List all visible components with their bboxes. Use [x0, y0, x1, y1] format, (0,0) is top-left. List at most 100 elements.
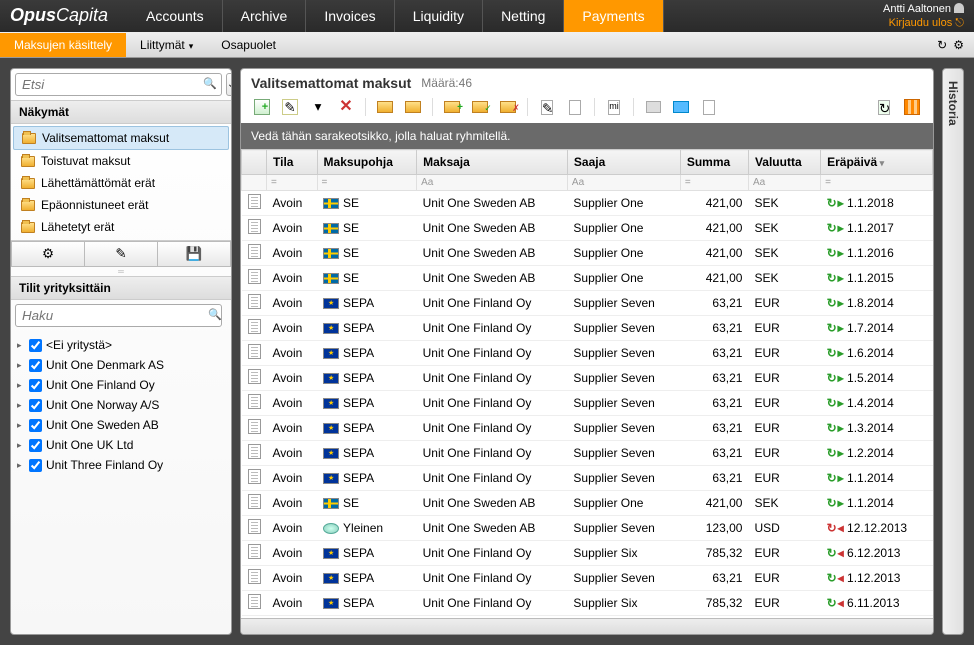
company-checkbox[interactable] — [29, 459, 42, 472]
column-filter[interactable] — [417, 175, 568, 191]
column-header[interactable]: Maksaja — [417, 150, 568, 175]
expand-icon[interactable]: ▸ — [17, 380, 25, 391]
expand-icon[interactable]: ▸ — [17, 360, 25, 371]
column-header[interactable] — [242, 150, 267, 175]
expand-icon[interactable]: ▸ — [17, 420, 25, 431]
gear-icon[interactable]: ⚙ — [953, 38, 964, 52]
view-item[interactable]: Valitsemattomat maksut — [13, 126, 229, 150]
edit-button[interactable]: ✎ — [279, 97, 301, 117]
table-row[interactable]: AvoinSEPAUnit One Finland OySupplier Sev… — [242, 391, 933, 416]
column-filter[interactable] — [567, 175, 680, 191]
panel-resize-grip[interactable]: ═ — [11, 267, 231, 276]
view-item[interactable]: Toistuvat maksut — [11, 150, 231, 172]
new-button[interactable] — [251, 97, 273, 117]
column-header[interactable]: Tila — [267, 150, 318, 175]
column-filter[interactable] — [317, 175, 417, 191]
expand-icon[interactable]: ▸ — [17, 440, 25, 451]
nav-archive[interactable]: Archive — [223, 0, 307, 32]
view-item[interactable]: Lähettämättömät erät — [11, 172, 231, 194]
company-item[interactable]: ▸<Ei yritystä> — [17, 335, 225, 355]
columns-button[interactable] — [901, 97, 923, 117]
group-by-bar[interactable]: Vedä tähän sarakeotsikko, jolla haluat r… — [241, 123, 933, 149]
nav-invoices[interactable]: Invoices — [306, 0, 394, 32]
horizontal-scrollbar[interactable] — [241, 618, 933, 634]
table-row[interactable]: AvoinSEPAUnit One Finland OySupplier Sev… — [242, 441, 933, 466]
company-checkbox[interactable] — [29, 339, 42, 352]
expand-icon[interactable]: ▸ — [17, 340, 25, 351]
folder-in-button[interactable] — [374, 97, 396, 117]
column-header[interactable]: Saaja — [567, 150, 680, 175]
column-header[interactable]: Summa — [680, 150, 748, 175]
table-row[interactable]: AvoinSEPAUnit One Finland OySupplier Sev… — [242, 616, 933, 619]
column-header[interactable]: Valuutta — [748, 150, 820, 175]
subnav-item[interactable]: Liittymät — [126, 33, 207, 57]
company-item[interactable]: ▸Unit One Norway A/S — [17, 395, 225, 415]
print-button[interactable] — [642, 97, 664, 117]
table-row[interactable]: AvoinSEPAUnit One Finland OySupplier Six… — [242, 591, 933, 616]
subnav-item[interactable]: Maksujen käsittely — [0, 33, 126, 57]
view-edit-button[interactable]: ✎ — [84, 241, 157, 267]
nav-netting[interactable]: Netting — [483, 0, 564, 32]
views-search-input[interactable] — [15, 73, 222, 96]
company-checkbox[interactable] — [29, 419, 42, 432]
export-button[interactable]: ↻ — [873, 97, 895, 117]
folder-approve-button[interactable] — [469, 97, 491, 117]
column-filter[interactable] — [242, 175, 267, 191]
table-row[interactable]: AvoinSEPAUnit One Finland OySupplier Sev… — [242, 416, 933, 441]
views-search-dropdown[interactable]: ⌄ — [226, 73, 232, 96]
search-icon[interactable]: 🔍 — [203, 77, 217, 90]
text-button[interactable]: mi — [603, 97, 625, 117]
table-row[interactable]: AvoinSEPAUnit One Finland OySupplier Sev… — [242, 366, 933, 391]
table-row[interactable]: AvoinSEPAUnit One Finland OySupplier Sev… — [242, 291, 933, 316]
table-row[interactable]: AvoinSEPAUnit One Finland OySupplier Sev… — [242, 566, 933, 591]
company-item[interactable]: ▸Unit Three Finland Oy — [17, 455, 225, 475]
report-button[interactable] — [698, 97, 720, 117]
grid-scroll[interactable]: TilaMaksupohjaMaksajaSaajaSummaValuuttaE… — [241, 149, 933, 618]
table-row[interactable]: AvoinSEPAUnit One Finland OySupplier Sev… — [242, 316, 933, 341]
company-item[interactable]: ▸Unit One Denmark AS — [17, 355, 225, 375]
table-row[interactable]: AvoinSEUnit One Sweden ABSupplier One421… — [242, 241, 933, 266]
table-row[interactable]: AvoinSEUnit One Sweden ABSupplier One421… — [242, 491, 933, 516]
view-save-button[interactable]: 💾 — [157, 241, 231, 267]
expand-icon[interactable]: ▸ — [17, 400, 25, 411]
column-filter[interactable] — [748, 175, 820, 191]
column-filter[interactable] — [680, 175, 748, 191]
folder-reject-button[interactable] — [497, 97, 519, 117]
company-item[interactable]: ▸Unit One Finland Oy — [17, 375, 225, 395]
column-header[interactable]: Maksupohja — [317, 150, 417, 175]
view-item[interactable]: Lähetetyt erät — [11, 216, 231, 238]
table-row[interactable]: AvoinSEPAUnit One Finland OySupplier Sev… — [242, 466, 933, 491]
company-checkbox[interactable] — [29, 399, 42, 412]
column-filter[interactable] — [267, 175, 318, 191]
expand-icon[interactable]: ▸ — [17, 460, 25, 471]
refresh-icon[interactable]: ↻ — [937, 38, 947, 52]
nav-accounts[interactable]: Accounts — [128, 0, 223, 32]
column-header[interactable]: Eräpäivä — [821, 150, 933, 175]
subnav-item[interactable]: Osapuolet — [207, 33, 290, 57]
view-settings-button[interactable]: ⚙ — [11, 241, 84, 267]
doc-edit-button[interactable]: ✎ — [536, 97, 558, 117]
folder-add-button[interactable] — [441, 97, 463, 117]
search-icon[interactable]: 🔍 — [208, 308, 222, 321]
column-filter[interactable] — [821, 175, 933, 191]
folder-out-button[interactable] — [402, 97, 424, 117]
table-row[interactable]: AvoinSEUnit One Sweden ABSupplier One421… — [242, 266, 933, 291]
table-row[interactable]: AvoinYleinenUnit One Sweden ABSupplier S… — [242, 516, 933, 541]
nav-liquidity[interactable]: Liquidity — [395, 0, 483, 32]
company-item[interactable]: ▸Unit One Sweden AB — [17, 415, 225, 435]
dropdown-button[interactable]: ▾ — [307, 97, 329, 117]
table-row[interactable]: AvoinSEPAUnit One Finland OySupplier Six… — [242, 541, 933, 566]
table-row[interactable]: AvoinSEPAUnit One Finland OySupplier Sev… — [242, 341, 933, 366]
accounts-search-input[interactable] — [15, 304, 222, 327]
table-row[interactable]: AvoinSEUnit One Sweden ABSupplier One421… — [242, 216, 933, 241]
history-tab[interactable]: Historia — [942, 68, 964, 635]
company-checkbox[interactable] — [29, 439, 42, 452]
delete-button[interactable]: ✕ — [335, 97, 357, 117]
company-checkbox[interactable] — [29, 379, 42, 392]
company-item[interactable]: ▸Unit One UK Ltd — [17, 435, 225, 455]
preview-button[interactable] — [670, 97, 692, 117]
company-checkbox[interactable] — [29, 359, 42, 372]
logout-link[interactable]: Kirjaudu ulos — [889, 17, 953, 29]
view-item[interactable]: Epäonnistuneet erät — [11, 194, 231, 216]
logout-icon[interactable]: ⎋ — [955, 17, 964, 29]
